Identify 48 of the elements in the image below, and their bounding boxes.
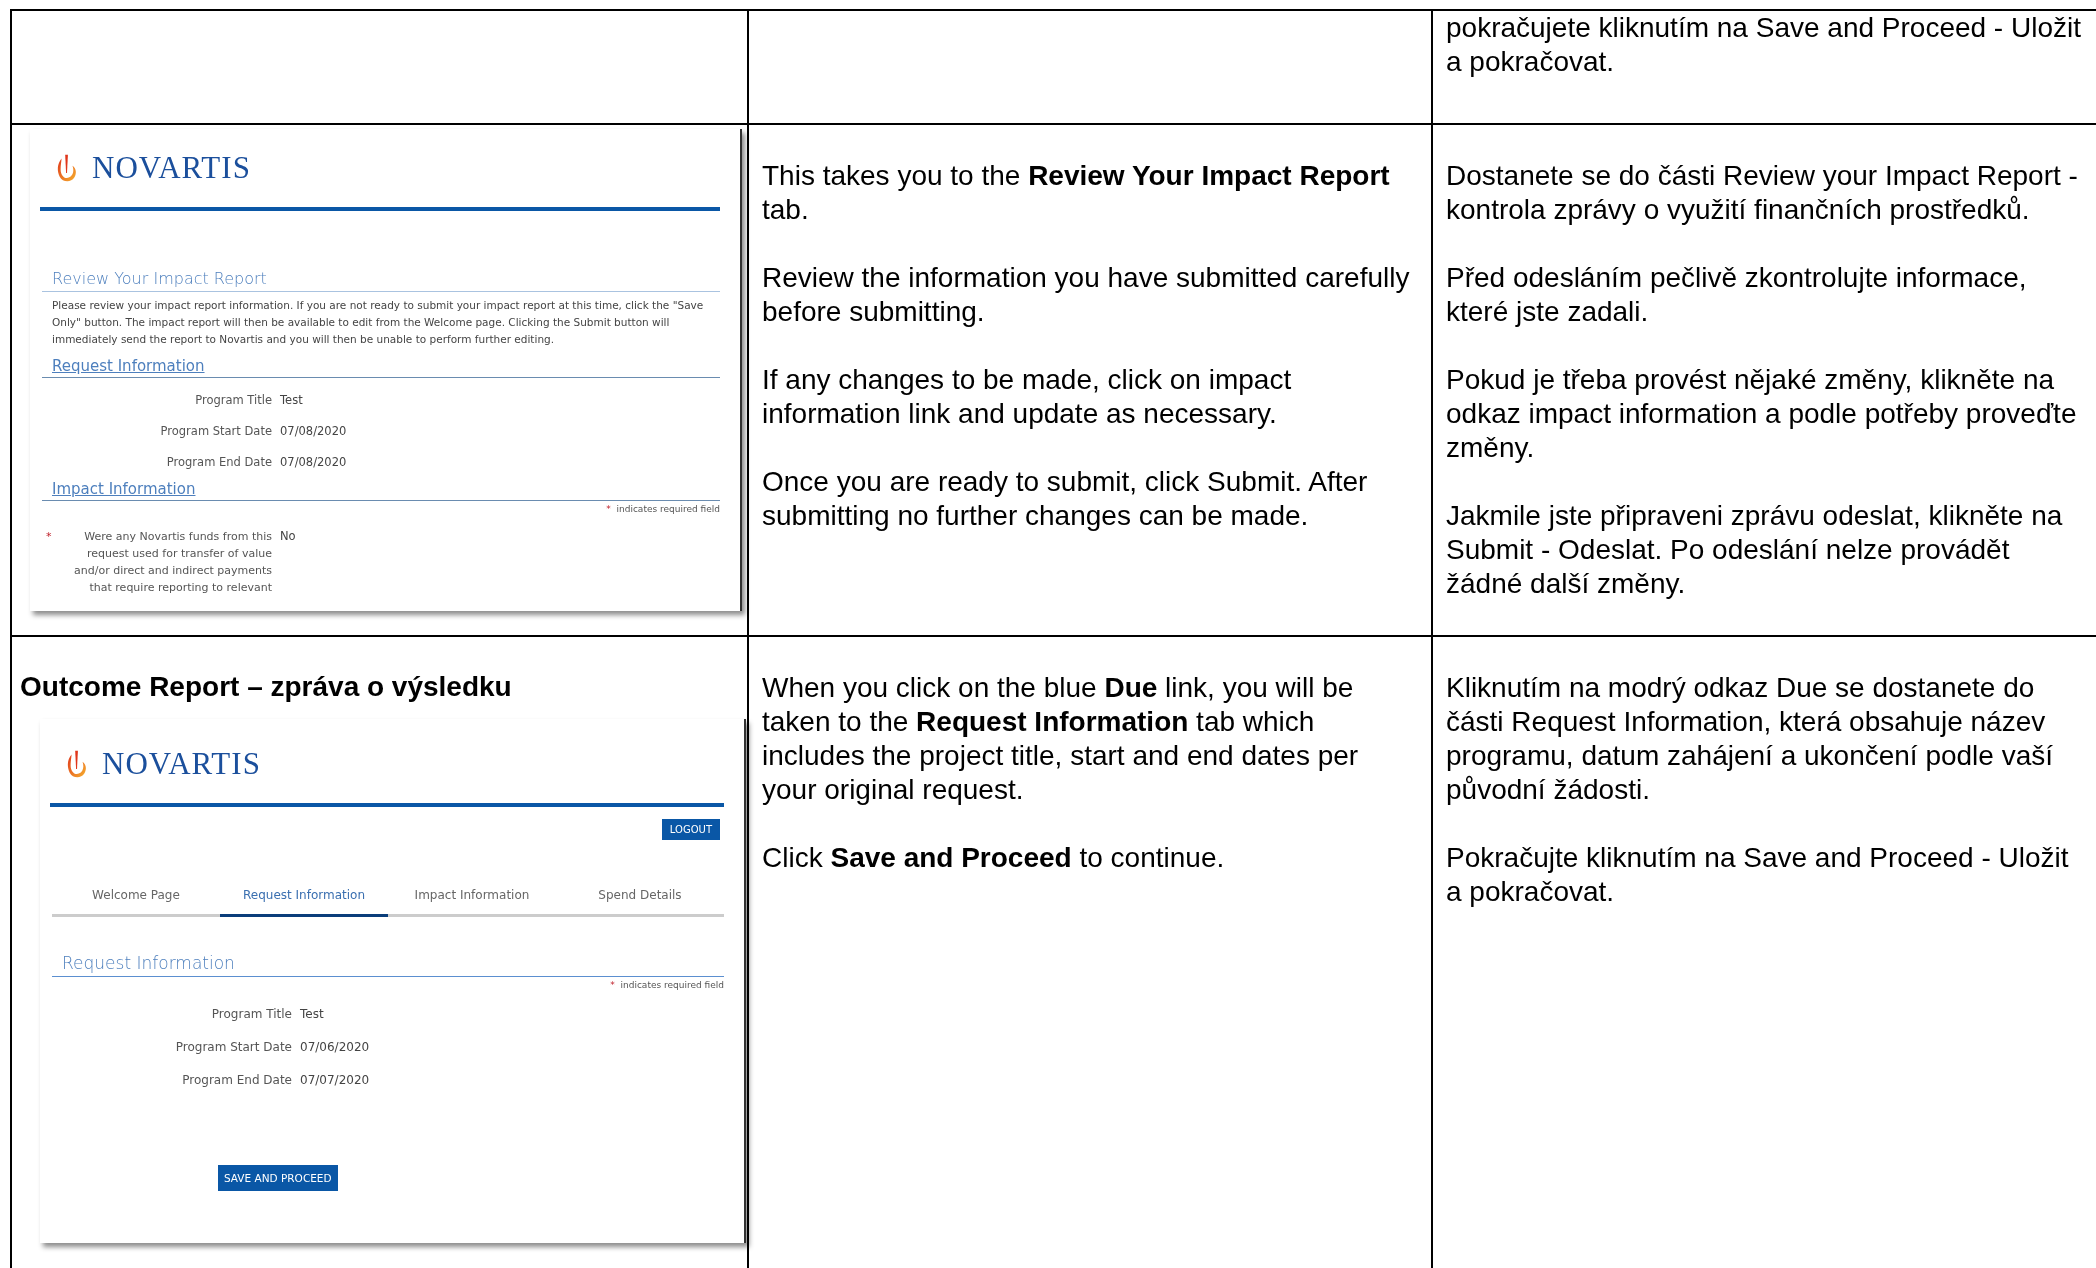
- field-label: Program End Date: [166, 454, 272, 471]
- instruction-text: Pokračujte kliknutím na Save and Proceed - Uložit a pokračovat.: [1446, 841, 2070, 909]
- field-value: No: [280, 528, 296, 545]
- field-label: Were any Novartis funds from this request used for transfer of value and/or direct and indirect payments that require reporting to relevant: [73, 529, 272, 596]
- tab[interactable]: Request Information: [220, 880, 388, 917]
- instruction-text: Review the information you have submitted carefully before submitting.: [762, 261, 1411, 329]
- section-title: Request Information: [52, 917, 724, 977]
- instruction-text: If any changes to be made, click on impact information link and update as necessary.: [762, 363, 1293, 431]
- field-label: Program Start Date: [175, 1039, 292, 1056]
- instruction-text: When you click on the blue Due link, you will be taken to the Request Information tab which includes the project title, start and end dates per your original request.: [762, 671, 1360, 807]
- required-asterisk: *: [606, 504, 611, 514]
- instruction-text: pokračujete kliknutím na Save and Proceed - Uložit a pokračovat.: [1446, 11, 2082, 79]
- save-and-proceed-button[interactable]: SAVE AND PROCEED: [218, 1165, 338, 1191]
- instruction-text: Kliknutím na modrý odkaz Due se dostanete do části Request Information, která obsahuje název programu, datum zahájení a ukončení podle vaší původní žádosti.: [1446, 671, 2055, 807]
- instruction-text: Jakmile jste připraveni zprávu odeslat, klikněte na Submit - Odeslat. Po odeslání nelze provádět žádné další změny.: [1446, 499, 2064, 601]
- flame-logo-icon: [66, 748, 88, 780]
- required-note: indicates required field: [620, 980, 724, 990]
- instruction-text: This takes you to the Review Your Impact Report tab.: [762, 159, 1391, 227]
- field-label: Program Title: [211, 1006, 292, 1023]
- field-value: 07/08/2020: [280, 423, 347, 440]
- instruction-text: Dostanete se do části Review your Impact Report - kontrola zprávy o využití finančních prostředků.: [1446, 159, 2079, 227]
- tab[interactable]: Impact Information: [388, 880, 556, 917]
- section-link[interactable]: Impact Information: [52, 480, 196, 498]
- instruction-text: Před odesláním pečlivě zkontrolujte informace, které jste zadali.: [1446, 261, 2028, 329]
- field-value: 07/07/2020: [300, 1072, 370, 1089]
- instruction-text: Once you are ready to submit, click Submit. After submitting no further changes can be made.: [762, 465, 1369, 533]
- required-asterisk: *: [46, 529, 52, 545]
- section-link[interactable]: Request Information: [52, 357, 205, 375]
- section-heading: Outcome Report – zpráva o výsledku: [20, 670, 513, 704]
- instruction-text: Click Save and Proceed to continue.: [762, 841, 1226, 875]
- field-label: Program End Date: [182, 1072, 292, 1089]
- required-note: indicates required field: [616, 504, 720, 514]
- required-asterisk: *: [610, 980, 615, 990]
- section-title: Review Your Impact Report: [42, 211, 720, 292]
- flame-logo-icon: [56, 152, 78, 184]
- field-value: Test: [300, 1006, 324, 1023]
- logout-button[interactable]: LOGOUT: [661, 819, 720, 840]
- logo-wordmark: NOVARTIS: [102, 746, 261, 782]
- field-value: 07/06/2020: [300, 1039, 370, 1056]
- logo-wordmark: NOVARTIS: [92, 150, 251, 186]
- tab[interactable]: Spend Details: [556, 880, 724, 917]
- instruction-text: Pokud je třeba provést nějaké změny, klikněte na odkaz impact information a podle potřeby proveďte změny.: [1446, 363, 2078, 465]
- tab[interactable]: Welcome Page: [52, 880, 220, 917]
- description-text: Please review your impact report information. If you are not ready to submit your impact report at this time, click the "Save Only" button. The impact report will then be available to edit from the Welcome page. Clicking the Submit button will immediately send the report to Novartis and you will then be unable to perform further editing.: [52, 298, 705, 347]
- field-label: Program Start Date: [160, 423, 272, 440]
- field-label: Program Title: [195, 392, 272, 409]
- field-value: Test: [280, 392, 303, 409]
- field-value: 07/08/2020: [280, 454, 347, 471]
